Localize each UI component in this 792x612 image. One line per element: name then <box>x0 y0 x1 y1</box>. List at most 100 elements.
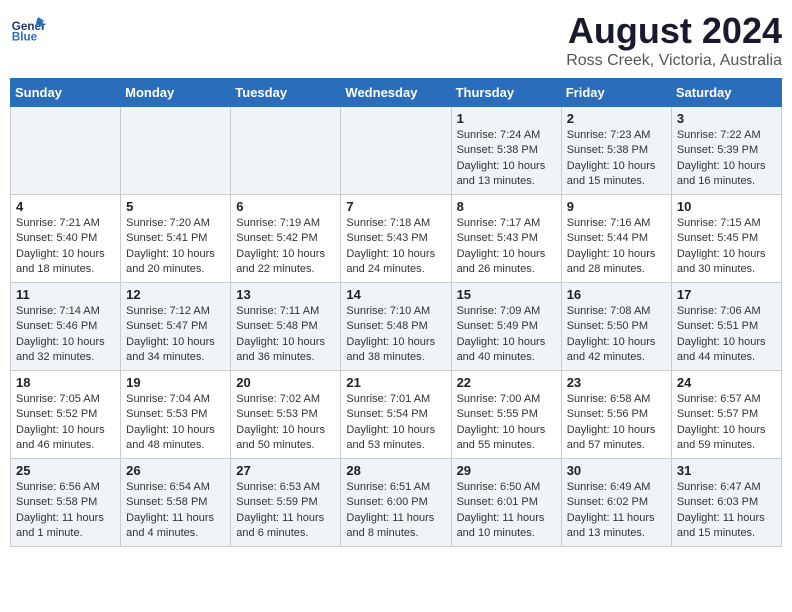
day-number: 20 <box>236 375 335 390</box>
day-cell: 7 Sunrise: 7:18 AM Sunset: 5:43 PM Daylig… <box>341 195 451 283</box>
header-thursday: Thursday <box>451 79 561 107</box>
header-tuesday: Tuesday <box>231 79 341 107</box>
day-cell: 12Sunrise: 7:12 AM Sunset: 5:47 PM Dayli… <box>121 283 231 371</box>
day-cell: 15 Sunrise: 7:09 AM Sunset: 5:49 PM Dayli… <box>451 283 561 371</box>
week-row-2: 4 Sunrise: 7:21 AM Sunset: 5:40 PM Daylig… <box>11 195 782 283</box>
day-cell: 27Sunrise: 6:53 AM Sunset: 5:59 PM Dayli… <box>231 459 341 547</box>
day-cell: 25Sunrise: 6:56 AM Sunset: 5:58 PM Dayli… <box>11 459 121 547</box>
week-row-5: 25Sunrise: 6:56 AM Sunset: 5:58 PM Dayli… <box>11 459 782 547</box>
day-info: Sunrise: 7:12 AM Sunset: 5:47 PM Dayligh… <box>126 304 225 366</box>
day-number: 18 <box>16 375 115 390</box>
day-info: Sunrise: 7:17 AM Sunset: 5:43 PM Dayligh… <box>457 216 556 278</box>
header-monday: Monday <box>121 79 231 107</box>
day-number: 21 <box>346 375 445 390</box>
header: General Blue August 2024 Ross Creek, Vic… <box>10 10 782 70</box>
day-number: 7 <box>346 199 445 214</box>
day-info: Sunrise: 7:08 AM Sunset: 5:50 PM Dayligh… <box>567 304 666 366</box>
day-info: Sunrise: 6:54 AM Sunset: 5:58 PM Dayligh… <box>126 480 225 542</box>
day-info: Sunrise: 7:01 AM Sunset: 5:54 PM Dayligh… <box>346 392 445 454</box>
day-info: Sunrise: 7:16 AM Sunset: 5:44 PM Dayligh… <box>567 216 666 278</box>
day-cell: 1 Sunrise: 7:24 AM Sunset: 5:38 PM Daylig… <box>451 107 561 195</box>
day-cell <box>121 107 231 195</box>
day-number: 23 <box>567 375 666 390</box>
day-info: Sunrise: 6:57 AM Sunset: 5:57 PM Dayligh… <box>677 392 776 454</box>
day-info: Sunrise: 7:24 AM Sunset: 5:38 PM Dayligh… <box>457 128 556 190</box>
header-wednesday: Wednesday <box>341 79 451 107</box>
day-cell: 11 Sunrise: 7:14 AM Sunset: 5:46 PM Dayli… <box>11 283 121 371</box>
day-info: Sunrise: 7:20 AM Sunset: 5:41 PM Dayligh… <box>126 216 225 278</box>
day-info: Sunrise: 7:22 AM Sunset: 5:39 PM Dayligh… <box>677 128 776 190</box>
location-title: Ross Creek, Victoria, Australia <box>566 52 782 70</box>
day-cell: 31Sunrise: 6:47 AM Sunset: 6:03 PM Dayli… <box>671 459 781 547</box>
day-info: Sunrise: 6:58 AM Sunset: 5:56 PM Dayligh… <box>567 392 666 454</box>
day-number: 5 <box>126 199 225 214</box>
day-number: 1 <box>457 111 556 126</box>
day-cell: 19 Sunrise: 7:04 AM Sunset: 5:53 PM Dayli… <box>121 371 231 459</box>
day-cell: 13Sunrise: 7:11 AM Sunset: 5:48 PM Dayli… <box>231 283 341 371</box>
day-number: 14 <box>346 287 445 302</box>
day-number: 2 <box>567 111 666 126</box>
day-cell: 6 Sunrise: 7:19 AM Sunset: 5:42 PM Daylig… <box>231 195 341 283</box>
month-title: August 2024 <box>566 10 782 52</box>
day-info: Sunrise: 6:49 AM Sunset: 6:02 PM Dayligh… <box>567 480 666 542</box>
day-number: 8 <box>457 199 556 214</box>
day-info: Sunrise: 6:51 AM Sunset: 6:00 PM Dayligh… <box>346 480 445 542</box>
day-number: 6 <box>236 199 335 214</box>
day-number: 30 <box>567 463 666 478</box>
day-number: 31 <box>677 463 776 478</box>
day-info: Sunrise: 7:21 AM Sunset: 5:40 PM Dayligh… <box>16 216 115 278</box>
day-number: 26 <box>126 463 225 478</box>
day-number: 16 <box>567 287 666 302</box>
week-row-4: 18 Sunrise: 7:05 AM Sunset: 5:52 PM Dayli… <box>11 371 782 459</box>
header-friday: Friday <box>561 79 671 107</box>
day-cell <box>341 107 451 195</box>
day-number: 28 <box>346 463 445 478</box>
day-number: 25 <box>16 463 115 478</box>
day-number: 29 <box>457 463 556 478</box>
day-info: Sunrise: 7:10 AM Sunset: 5:48 PM Dayligh… <box>346 304 445 366</box>
day-cell: 4 Sunrise: 7:21 AM Sunset: 5:40 PM Daylig… <box>11 195 121 283</box>
day-cell: 29Sunrise: 6:50 AM Sunset: 6:01 PM Dayli… <box>451 459 561 547</box>
day-info: Sunrise: 7:14 AM Sunset: 5:46 PM Dayligh… <box>16 304 115 366</box>
logo: General Blue <box>10 10 46 46</box>
day-cell: 22 Sunrise: 7:00 AM Sunset: 5:55 PM Dayli… <box>451 371 561 459</box>
header-saturday: Saturday <box>671 79 781 107</box>
day-info: Sunrise: 7:18 AM Sunset: 5:43 PM Dayligh… <box>346 216 445 278</box>
day-cell: 3 Sunrise: 7:22 AM Sunset: 5:39 PM Daylig… <box>671 107 781 195</box>
day-info: Sunrise: 7:09 AM Sunset: 5:49 PM Dayligh… <box>457 304 556 366</box>
day-cell: 5 Sunrise: 7:20 AM Sunset: 5:41 PM Daylig… <box>121 195 231 283</box>
day-cell: 20Sunrise: 7:02 AM Sunset: 5:53 PM Dayli… <box>231 371 341 459</box>
header-row: SundayMondayTuesdayWednesdayThursdayFrid… <box>11 79 782 107</box>
day-number: 11 <box>16 287 115 302</box>
header-sunday: Sunday <box>11 79 121 107</box>
day-cell: 21 Sunrise: 7:01 AM Sunset: 5:54 PM Dayli… <box>341 371 451 459</box>
day-cell: 8 Sunrise: 7:17 AM Sunset: 5:43 PM Daylig… <box>451 195 561 283</box>
svg-text:Blue: Blue <box>12 31 38 44</box>
day-cell: 26 Sunrise: 6:54 AM Sunset: 5:58 PM Dayli… <box>121 459 231 547</box>
day-cell: 10Sunrise: 7:15 AM Sunset: 5:45 PM Dayli… <box>671 195 781 283</box>
day-number: 3 <box>677 111 776 126</box>
title-area: August 2024 Ross Creek, Victoria, Austra… <box>566 10 782 70</box>
day-number: 15 <box>457 287 556 302</box>
day-info: Sunrise: 7:19 AM Sunset: 5:42 PM Dayligh… <box>236 216 335 278</box>
day-cell: 9 Sunrise: 7:16 AM Sunset: 5:44 PM Daylig… <box>561 195 671 283</box>
day-cell: 28 Sunrise: 6:51 AM Sunset: 6:00 PM Dayli… <box>341 459 451 547</box>
day-info: Sunrise: 7:23 AM Sunset: 5:38 PM Dayligh… <box>567 128 666 190</box>
day-cell <box>231 107 341 195</box>
day-number: 19 <box>126 375 225 390</box>
day-info: Sunrise: 7:05 AM Sunset: 5:52 PM Dayligh… <box>16 392 115 454</box>
day-info: Sunrise: 7:04 AM Sunset: 5:53 PM Dayligh… <box>126 392 225 454</box>
day-number: 4 <box>16 199 115 214</box>
day-number: 9 <box>567 199 666 214</box>
day-number: 22 <box>457 375 556 390</box>
day-cell: 14 Sunrise: 7:10 AM Sunset: 5:48 PM Dayli… <box>341 283 451 371</box>
day-cell: 2 Sunrise: 7:23 AM Sunset: 5:38 PM Daylig… <box>561 107 671 195</box>
day-info: Sunrise: 6:53 AM Sunset: 5:59 PM Dayligh… <box>236 480 335 542</box>
day-cell: 23 Sunrise: 6:58 AM Sunset: 5:56 PM Dayli… <box>561 371 671 459</box>
day-cell: 17Sunrise: 7:06 AM Sunset: 5:51 PM Dayli… <box>671 283 781 371</box>
day-info: Sunrise: 7:11 AM Sunset: 5:48 PM Dayligh… <box>236 304 335 366</box>
day-info: Sunrise: 7:00 AM Sunset: 5:55 PM Dayligh… <box>457 392 556 454</box>
day-cell: 18 Sunrise: 7:05 AM Sunset: 5:52 PM Dayli… <box>11 371 121 459</box>
logo-icon: General Blue <box>10 10 46 46</box>
day-cell <box>11 107 121 195</box>
